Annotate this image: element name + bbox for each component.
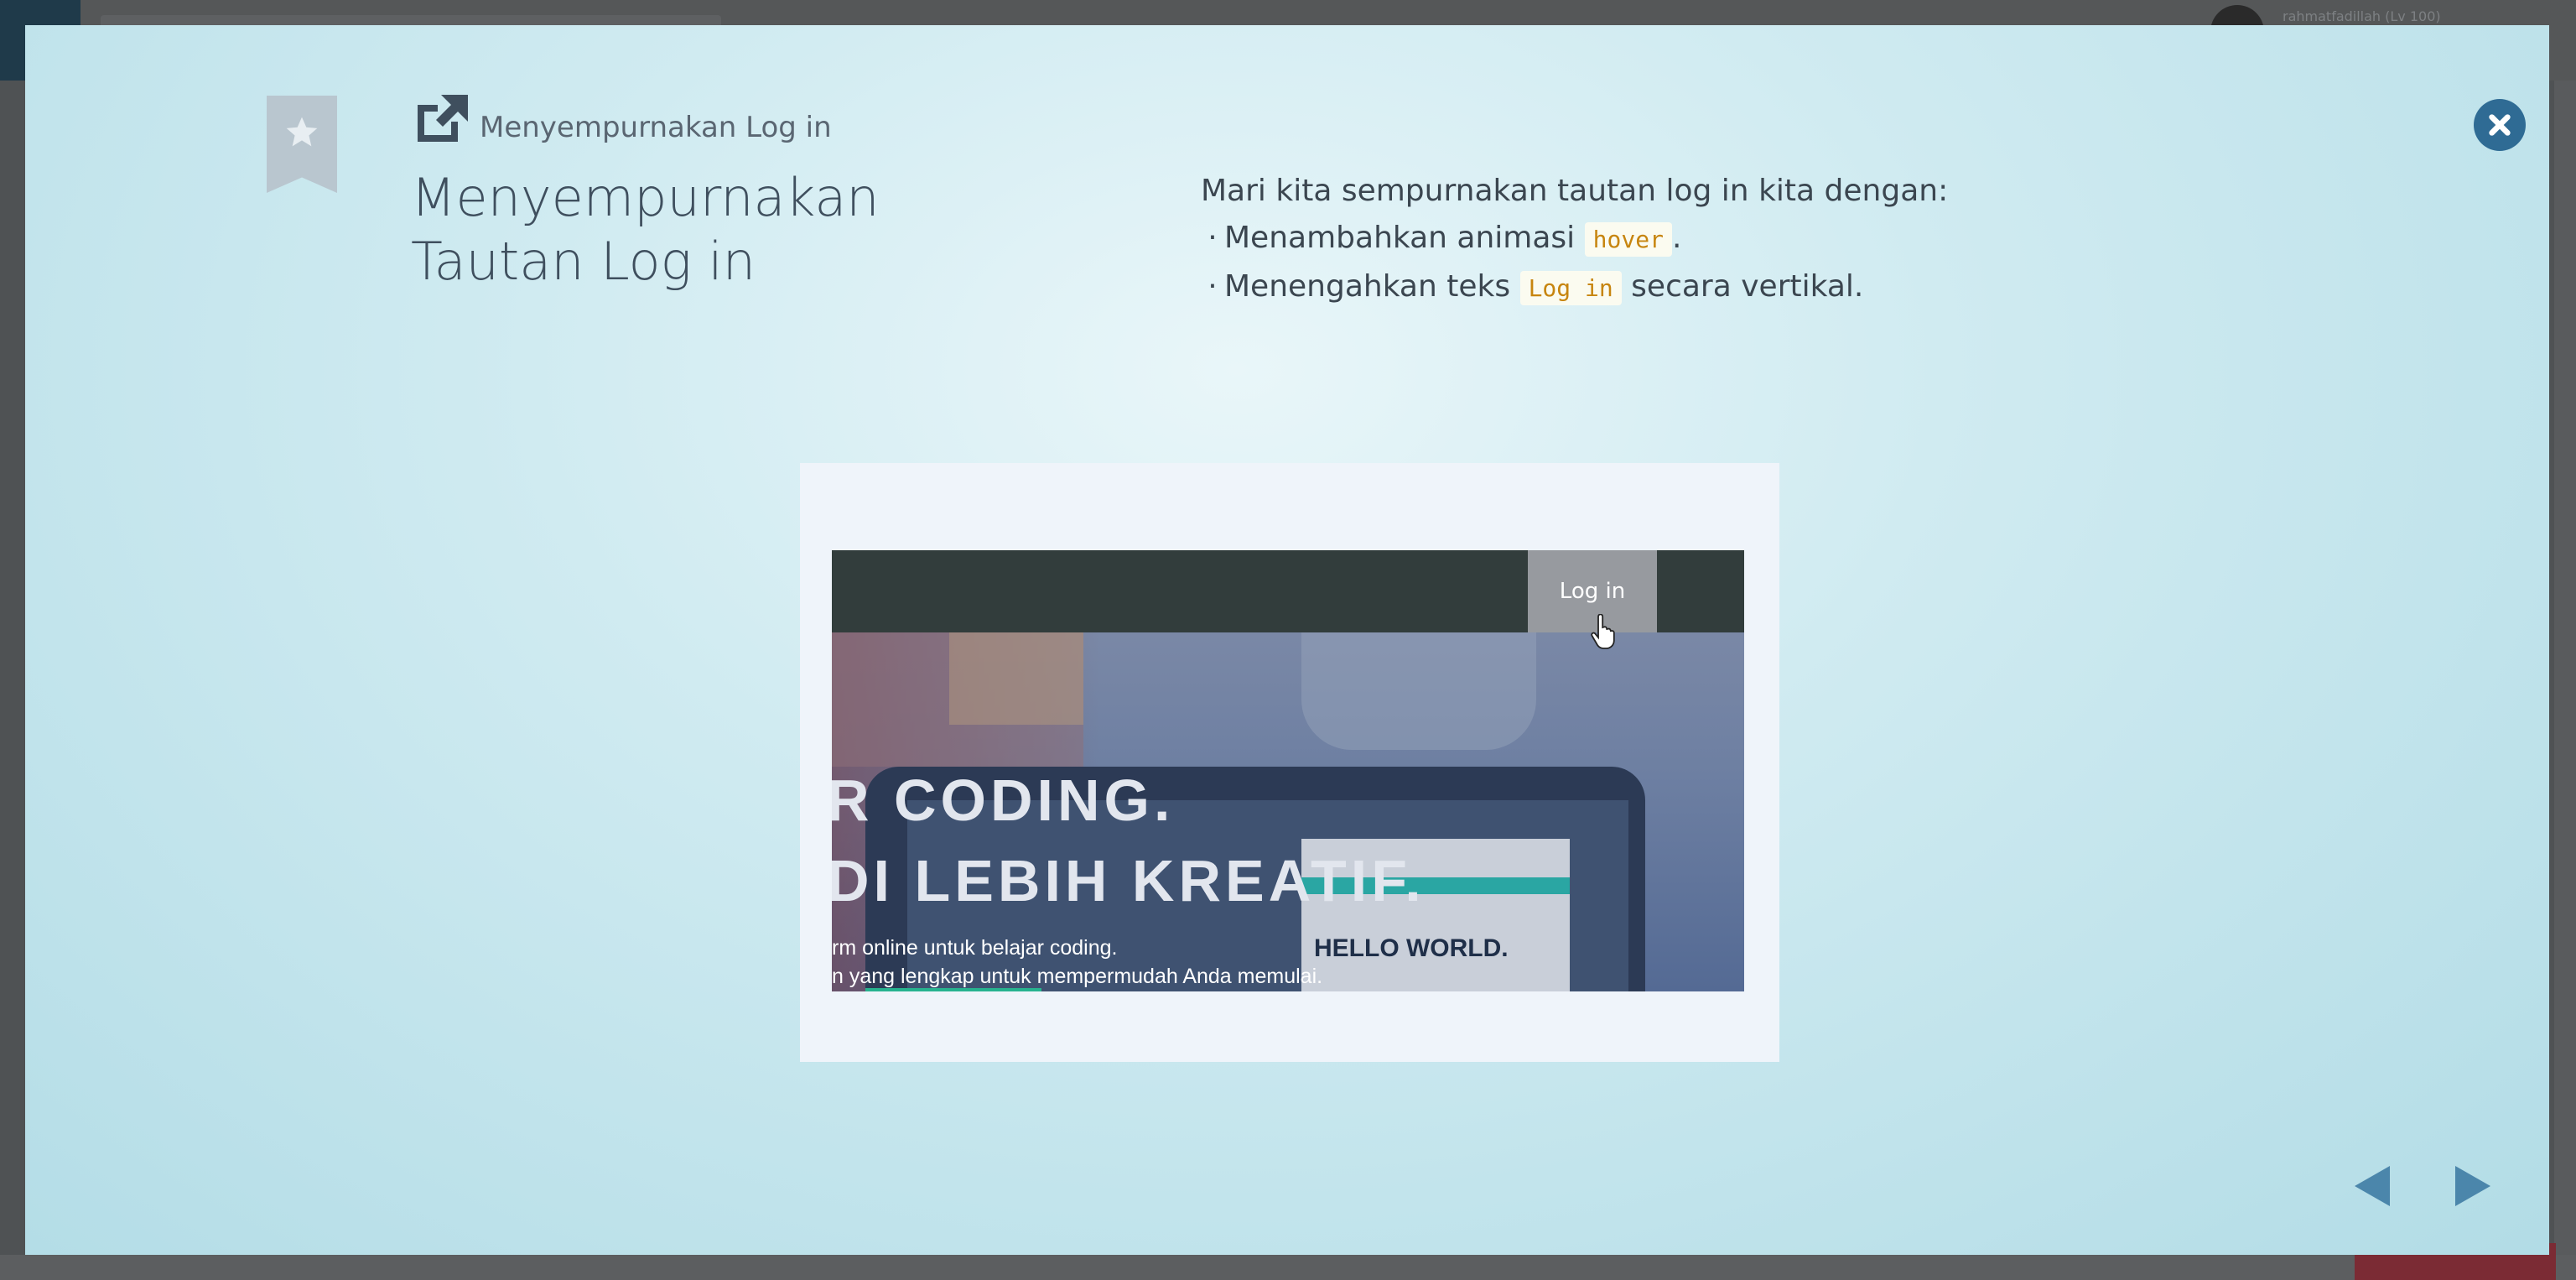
hero-heading-2: DI LEBIH KREATIF. — [832, 848, 1426, 913]
bullet-text-end: . — [1671, 221, 1682, 255]
hero-background-shape — [1301, 632, 1536, 750]
external-link-icon — [418, 95, 468, 142]
hero-subtext-2: n yang lengkap untuk mempermudah Anda me… — [832, 965, 1323, 988]
preview-card: Log in HELLO WORLD. R CODING. DI LEBIH K… — [800, 463, 1779, 1062]
preview-screenshot: Log in HELLO WORLD. R CODING. DI LEBIH K… — [832, 550, 1744, 991]
title-line-2: Tautan Log in — [411, 231, 756, 292]
title-line-1: Menyempurnakan — [411, 167, 880, 228]
bullet-text-end: secara vertikal. — [1621, 269, 1864, 304]
hero-heading-1: R CODING. — [832, 767, 1175, 833]
preview-hero: HELLO WORLD. R CODING. DI LEBIH KREATIF.… — [832, 632, 1744, 991]
breadcrumb: Menyempurnakan Log in — [480, 111, 832, 144]
hero-accent-bar — [865, 988, 1041, 991]
close-button[interactable] — [2474, 99, 2526, 151]
hero-background-shape — [949, 632, 1083, 725]
bullet-dot: · — [1208, 269, 1218, 304]
bullet-item: · Menengahkan teks Log in secara vertikal… — [1201, 263, 1948, 312]
background-bottom-bar — [0, 1255, 2576, 1280]
laptop-text: HELLO WORLD. — [1314, 934, 1509, 962]
intro-text: Mari kita sempurnakan tautan log in kita… — [1201, 174, 1949, 208]
code-snippet: hover — [1584, 222, 1672, 257]
bullet-text: Menengahkan teks — [1224, 269, 1520, 304]
arrow-right-icon[interactable] — [2454, 1164, 2492, 1208]
slide-modal: Menyempurnakan Log in Menyempurnakan Tau… — [25, 25, 2549, 1255]
hand-pointer-icon — [1591, 614, 1615, 649]
background-scrollbar — [2554, 81, 2576, 1255]
bookmark-star-icon[interactable] — [267, 96, 337, 193]
close-icon — [2489, 114, 2511, 136]
bullet-text: Menambahkan animasi — [1224, 221, 1585, 255]
code-snippet: Log in — [1519, 271, 1622, 305]
instructions: Mari kita sempurnakan tautan log in kita… — [1201, 168, 1948, 312]
bullet-item: · Menambahkan animasi hover. — [1201, 215, 1948, 263]
background-username: rahmatfadillah (Lv 100) — [2283, 8, 2441, 24]
page-title: Menyempurnakan Tautan Log in — [411, 166, 1015, 294]
arrow-left-icon[interactable] — [2353, 1164, 2392, 1208]
bullet-dot: · — [1208, 221, 1218, 255]
hero-subtext-1: rm online untuk belajar coding. — [832, 936, 1118, 960]
